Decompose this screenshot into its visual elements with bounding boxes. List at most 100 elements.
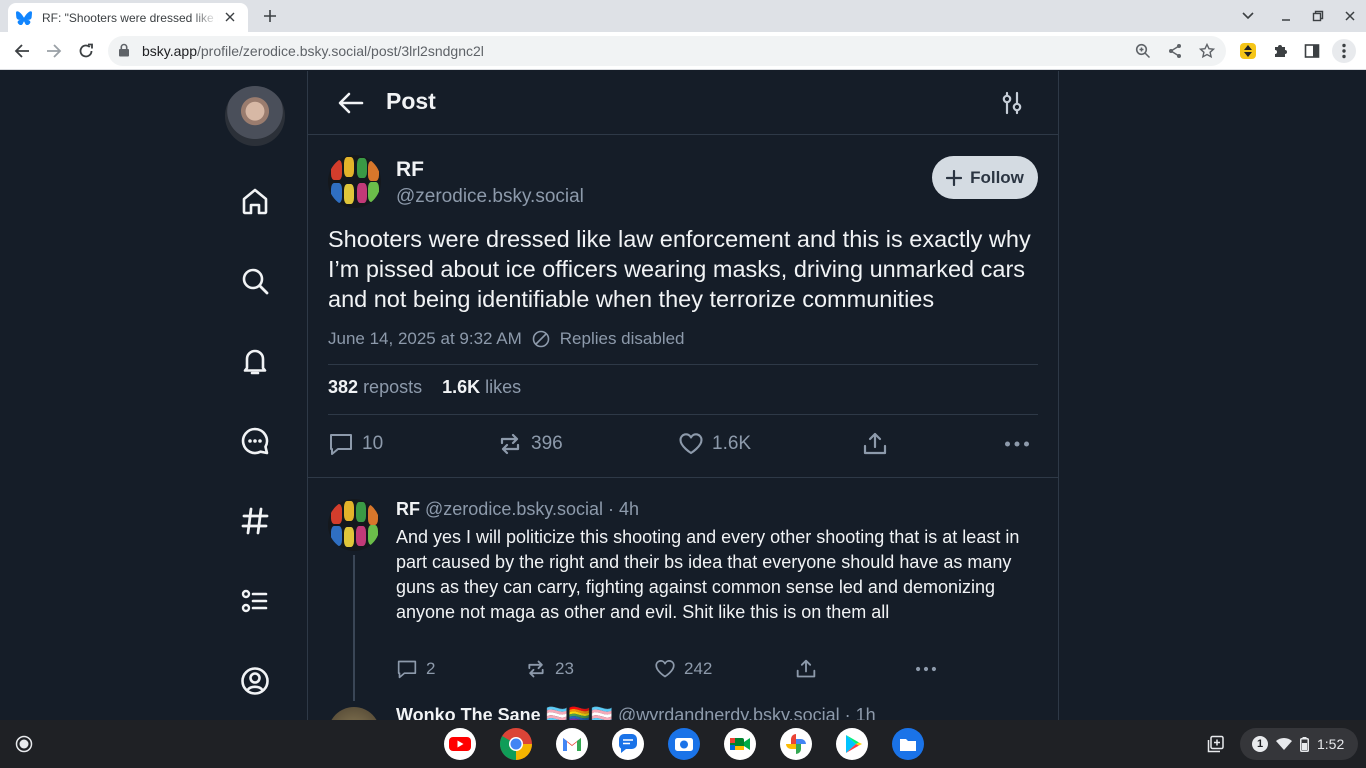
next-reply-author-name[interactable]: Wonko The Sane 🏳️‍⚧️🏳️‍🌈🏳️‍⚧️ — [396, 705, 613, 720]
browser-menu-icon[interactable] — [1332, 39, 1356, 63]
thread-settings-icon[interactable] — [998, 89, 1026, 117]
list-icon[interactable] — [238, 584, 272, 618]
post-stats: 382 reposts 1.6K likes — [328, 377, 521, 398]
next-reply-avatar[interactable] — [328, 707, 380, 720]
reply-like-count: 242 — [684, 659, 713, 678]
search-icon[interactable] — [238, 264, 272, 298]
divider — [328, 414, 1038, 415]
clock: 1:52 — [1317, 736, 1345, 752]
reply-bubble-icon — [330, 434, 352, 455]
next-reply-author-line[interactable]: Wonko The Sane 🏳️‍⚧️🏳️‍🌈🏳️‍⚧️ @wyrdandne… — [396, 705, 876, 720]
reply-action[interactable]: 10 — [328, 432, 383, 456]
back-arrow-icon[interactable] — [336, 89, 366, 117]
repost-action[interactable]: 396 — [497, 432, 563, 456]
extension-honey-icon[interactable] — [1236, 39, 1260, 63]
play-store-icon[interactable] — [836, 728, 868, 760]
reload-icon[interactable] — [74, 39, 98, 63]
reply-bubble-icon — [397, 660, 417, 679]
follow-label: Follow — [970, 167, 1024, 187]
reply-like-action[interactable]: 242 — [654, 659, 712, 679]
lock-icon[interactable] — [118, 43, 130, 62]
share-action[interactable] — [862, 432, 888, 456]
author-display-name[interactable]: RF — [396, 158, 424, 182]
browser-tab[interactable]: RF: "Shooters were dressed like law enfo… — [8, 3, 248, 32]
restore-icon[interactable] — [1308, 6, 1328, 26]
home-icon[interactable] — [238, 184, 272, 218]
post-thread-column: Post RF @zerodice.bsky.social Follow Sho… — [307, 71, 1059, 720]
repost-icon — [500, 433, 520, 455]
hashtag-icon[interactable] — [238, 504, 272, 538]
more-dots-icon — [1005, 441, 1029, 447]
follow-button[interactable]: Follow — [932, 156, 1038, 199]
browser-toolbar: bsky.app/profile/zerodice.bsky.social/po… — [0, 32, 1366, 70]
gmail-icon[interactable] — [556, 728, 588, 760]
reply-author-name[interactable]: RF — [396, 499, 420, 519]
author-avatar[interactable] — [328, 155, 381, 208]
plus-icon — [946, 169, 963, 186]
like-action[interactable]: 1.6K — [678, 432, 751, 456]
tote-icon[interactable] — [1200, 728, 1232, 760]
youtube-icon[interactable] — [444, 728, 476, 760]
zoom-icon[interactable] — [1133, 41, 1153, 61]
close-window-icon[interactable] — [1340, 6, 1360, 26]
likes-stat[interactable]: 1.6K likes — [442, 377, 521, 398]
back-icon[interactable] — [10, 39, 34, 63]
like-count: 1.6K — [712, 433, 752, 454]
repost-icon — [528, 660, 544, 678]
os-shelf: 1 1:52 — [0, 720, 1366, 768]
system-tray[interactable]: 1 1:52 — [1240, 728, 1358, 760]
url-text[interactable]: bsky.app/profile/zerodice.bsky.social/po… — [142, 43, 484, 59]
wifi-icon — [1276, 737, 1292, 750]
heart-icon — [679, 433, 703, 455]
reply-more-action[interactable] — [915, 659, 937, 679]
post-timestamp[interactable]: June 14, 2025 at 9:32 AM — [328, 329, 522, 349]
tab-search-chevron-icon[interactable] — [1238, 6, 1258, 26]
reply-author-handle[interactable]: @zerodice.bsky.social — [425, 499, 603, 519]
more-options-action[interactable] — [1004, 432, 1030, 456]
post-header: Post — [308, 71, 1058, 135]
reposts-stat[interactable]: 382 reposts — [328, 377, 422, 398]
thread-line — [353, 555, 355, 701]
reply-repost-count: 23 — [555, 659, 574, 678]
reply-author-line: RF @zerodice.bsky.social · 4h — [396, 499, 639, 520]
bookmark-star-icon[interactable] — [1197, 41, 1217, 61]
share-icon[interactable] — [1165, 41, 1185, 61]
notification-badge: 1 — [1252, 736, 1268, 752]
bell-icon[interactable] — [238, 344, 272, 378]
launcher-icon[interactable] — [8, 728, 40, 760]
files-icon[interactable] — [892, 728, 924, 760]
more-dots-icon — [916, 666, 936, 672]
author-handle[interactable]: @zerodice.bsky.social — [396, 186, 584, 208]
chrome-icon[interactable] — [500, 728, 532, 760]
divider — [308, 477, 1058, 478]
extensions-puzzle-icon[interactable] — [1268, 39, 1292, 63]
reply-repost-action[interactable]: 23 — [525, 659, 574, 679]
replies-disabled-icon — [532, 330, 550, 348]
minimize-icon[interactable] — [1276, 6, 1296, 26]
bluesky-page: Post RF @zerodice.bsky.social Follow Sho… — [0, 71, 1366, 720]
messages-icon[interactable] — [612, 728, 644, 760]
new-tab-icon[interactable] — [260, 6, 280, 26]
next-reply-time[interactable]: · 1h — [845, 705, 876, 720]
reply-text: And yes I will politicize this shooting … — [396, 527, 1020, 622]
chat-icon[interactable] — [238, 424, 272, 458]
reply-author-avatar[interactable] — [328, 499, 380, 551]
camera-icon[interactable] — [668, 728, 700, 760]
forward-icon[interactable] — [42, 39, 66, 63]
next-reply-handle[interactable]: @wyrdandnerdy.bsky.social — [618, 705, 840, 720]
post-text: Shooters were dressed like law enforceme… — [328, 226, 1031, 312]
side-panel-icon[interactable] — [1300, 39, 1324, 63]
tab-close-icon[interactable] — [222, 9, 238, 25]
address-bar[interactable]: bsky.app/profile/zerodice.bsky.social/po… — [108, 36, 1226, 66]
reply-reply-count: 2 — [426, 659, 436, 678]
reply-share-action[interactable] — [795, 659, 817, 679]
profile-icon[interactable] — [238, 664, 272, 698]
user-avatar[interactable] — [225, 86, 285, 146]
replies-status: Replies disabled — [559, 329, 685, 348]
photos-icon[interactable] — [780, 728, 812, 760]
heart-icon — [655, 660, 675, 678]
left-navigation — [225, 71, 285, 720]
meet-icon[interactable] — [724, 728, 756, 760]
reply-time[interactable]: · 4h — [608, 499, 639, 519]
reply-reply-action[interactable]: 2 — [396, 659, 435, 679]
